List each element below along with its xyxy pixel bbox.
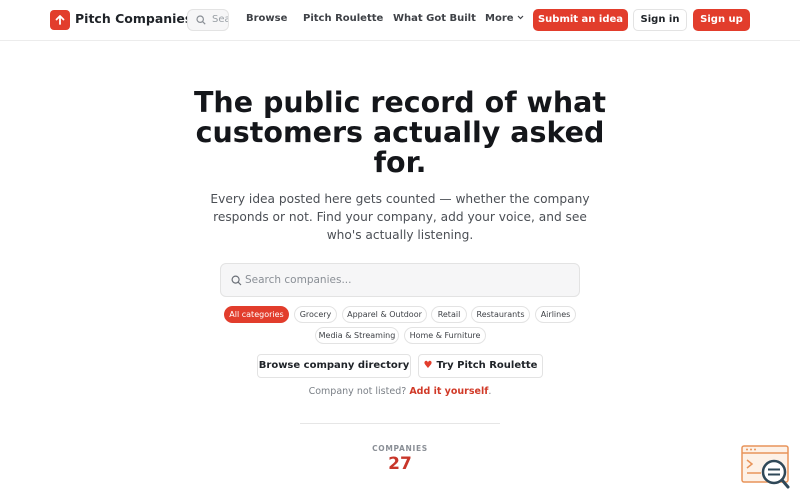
feedback-widget-icon[interactable] [741,445,791,490]
category-chip-apparel-outdoor[interactable]: Apparel & Outdoor [342,306,427,323]
add-company-link[interactable]: Add it yourself [409,386,488,397]
companies-stat-label: COMPANIES [372,444,428,453]
nav-browse[interactable]: Browse [246,13,287,24]
companies-stat-value: 27 [388,454,412,474]
try-pitch-roulette-button[interactable]: ♥ Try Pitch Roulette [418,354,543,378]
category-chip-retail[interactable]: Retail [431,306,467,323]
hero-subtitle: Every idea posted here gets counted — wh… [210,192,590,242]
sign-up-button[interactable]: Sign up [693,9,750,31]
category-chip-restaurants[interactable]: Restaurants [471,306,530,323]
top-nav-bar: Pitch Companies Search Browse Pitch Roul… [0,0,800,41]
category-chip-media-streaming[interactable]: Media & Streaming [315,327,399,344]
browse-directory-button[interactable]: Browse company directory [257,354,411,378]
section-divider [300,423,500,424]
header-search-input[interactable]: Search [187,9,229,31]
submit-idea-button[interactable]: Submit an idea [533,9,628,31]
not-listed-suffix: . [488,386,492,397]
nav-what-got-built[interactable]: What Got Built [393,13,476,24]
hero-title: The public record of what customers actu… [193,86,607,179]
nav-more-label: More [485,13,514,24]
nav-more-menu[interactable]: More [485,13,524,24]
nav-pitch-roulette[interactable]: Pitch Roulette [303,13,383,24]
category-chip-airlines[interactable]: Airlines [535,306,576,323]
try-pitch-roulette-label: Try Pitch Roulette [436,360,538,371]
brand-name[interactable]: Pitch Companies [75,11,192,26]
search-icon [196,15,206,25]
chevron-down-icon [517,15,523,20]
category-chip-grocery[interactable]: Grocery [294,306,337,323]
sign-in-button[interactable]: Sign in [633,9,687,31]
company-search-input[interactable] [245,264,575,296]
category-chip-all[interactable]: All categories [224,306,289,323]
company-search[interactable] [220,263,580,297]
category-chip-home-furniture[interactable]: Home & Furniture [404,327,486,344]
logo-arrow-up-icon[interactable] [50,10,70,30]
header-search-placeholder: Search [212,14,229,25]
search-icon [231,275,242,286]
not-listed-prefix: Company not listed? [308,386,407,397]
company-not-listed-note: Company not listed? Add it yourself. [250,386,550,397]
heart-icon: ♥ [423,360,433,371]
